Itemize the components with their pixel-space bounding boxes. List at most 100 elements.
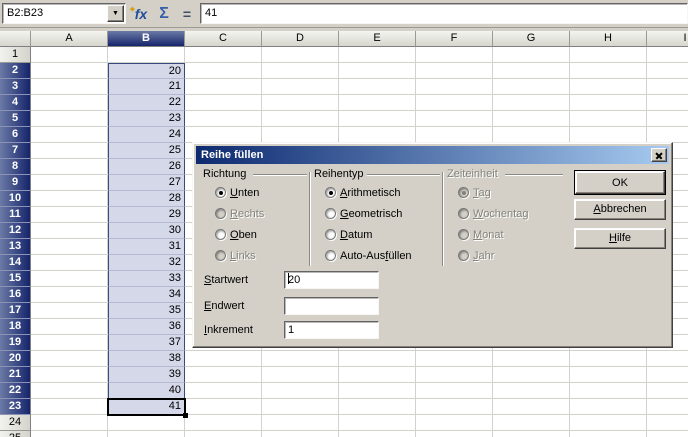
cell-B15[interactable]: 33: [108, 271, 185, 287]
cell-I24[interactable]: [647, 415, 688, 431]
cell-H23[interactable]: [570, 399, 647, 415]
cell-B21[interactable]: 39: [108, 367, 185, 383]
row-header-23[interactable]: 23: [0, 399, 31, 415]
cell-F3[interactable]: [416, 79, 493, 95]
cell-D6[interactable]: [262, 127, 339, 143]
cell-G1[interactable]: [493, 47, 570, 63]
cell-B25[interactable]: [108, 431, 185, 437]
cell-A19[interactable]: [31, 335, 108, 351]
fill-handle[interactable]: [183, 413, 188, 418]
cell-E4[interactable]: [339, 95, 416, 111]
cell-G25[interactable]: [493, 431, 570, 437]
cell-G5[interactable]: [493, 111, 570, 127]
cell-A20[interactable]: [31, 351, 108, 367]
row-header-6[interactable]: 6: [0, 127, 31, 143]
cell-B1[interactable]: [108, 47, 185, 63]
cell-F20[interactable]: [416, 351, 493, 367]
cell-A13[interactable]: [31, 239, 108, 255]
close-icon[interactable]: [651, 148, 667, 162]
cell-C21[interactable]: [185, 367, 262, 383]
cell-A18[interactable]: [31, 319, 108, 335]
cell-A24[interactable]: [31, 415, 108, 431]
column-header-D[interactable]: D: [262, 31, 339, 47]
cell-B20[interactable]: 38: [108, 351, 185, 367]
row-header-15[interactable]: 15: [0, 271, 31, 287]
column-header-H[interactable]: H: [570, 31, 647, 47]
cell-F24[interactable]: [416, 415, 493, 431]
ok-button[interactable]: OK: [575, 171, 665, 194]
cell-I25[interactable]: [647, 431, 688, 437]
cell-C24[interactable]: [185, 415, 262, 431]
cell-B10[interactable]: 28: [108, 191, 185, 207]
cell-E21[interactable]: [339, 367, 416, 383]
formula-input[interactable]: 41: [200, 3, 688, 24]
cell-E1[interactable]: [339, 47, 416, 63]
cell-B4[interactable]: 22: [108, 95, 185, 111]
row-header-19[interactable]: 19: [0, 335, 31, 351]
cell-D22[interactable]: [262, 383, 339, 399]
cell-D24[interactable]: [262, 415, 339, 431]
row-header-18[interactable]: 18: [0, 319, 31, 335]
cell-F21[interactable]: [416, 367, 493, 383]
cell-C23[interactable]: [185, 399, 262, 415]
cell-G24[interactable]: [493, 415, 570, 431]
cell-D25[interactable]: [262, 431, 339, 437]
cell-D20[interactable]: [262, 351, 339, 367]
cell-E25[interactable]: [339, 431, 416, 437]
cell-B7[interactable]: 25: [108, 143, 185, 159]
cell-E3[interactable]: [339, 79, 416, 95]
cell-A9[interactable]: [31, 175, 108, 191]
column-header-F[interactable]: F: [416, 31, 493, 47]
cell-A6[interactable]: [31, 127, 108, 143]
cell-B2[interactable]: 20: [108, 63, 185, 79]
cell-H25[interactable]: [570, 431, 647, 437]
cell-B14[interactable]: 32: [108, 255, 185, 271]
row-header-17[interactable]: 17: [0, 303, 31, 319]
dialog-titlebar[interactable]: Reihe füllen: [196, 146, 669, 164]
row-header-8[interactable]: 8: [0, 159, 31, 175]
row-header-22[interactable]: 22: [0, 383, 31, 399]
cell-B17[interactable]: 35: [108, 303, 185, 319]
column-header-B[interactable]: B: [108, 31, 185, 47]
cell-E22[interactable]: [339, 383, 416, 399]
cell-H21[interactable]: [570, 367, 647, 383]
cell-B18[interactable]: 36: [108, 319, 185, 335]
row-header-14[interactable]: 14: [0, 255, 31, 271]
cell-G2[interactable]: [493, 63, 570, 79]
cell-B6[interactable]: 24: [108, 127, 185, 143]
cell-F4[interactable]: [416, 95, 493, 111]
row-header-7[interactable]: 7: [0, 143, 31, 159]
cell-D2[interactable]: [262, 63, 339, 79]
cell-G21[interactable]: [493, 367, 570, 383]
cell-H1[interactable]: [570, 47, 647, 63]
cell-B24[interactable]: [108, 415, 185, 431]
cell-B9[interactable]: 27: [108, 175, 185, 191]
cell-D3[interactable]: [262, 79, 339, 95]
cell-F1[interactable]: [416, 47, 493, 63]
cell-C22[interactable]: [185, 383, 262, 399]
column-header-I[interactable]: I: [647, 31, 688, 47]
cell-C6[interactable]: [185, 127, 262, 143]
cell-H24[interactable]: [570, 415, 647, 431]
cell-B5[interactable]: 23: [108, 111, 185, 127]
cell-D5[interactable]: [262, 111, 339, 127]
cell-C2[interactable]: [185, 63, 262, 79]
row-header-10[interactable]: 10: [0, 191, 31, 207]
cell-I23[interactable]: [647, 399, 688, 415]
cell-E23[interactable]: [339, 399, 416, 415]
cell-B11[interactable]: 29: [108, 207, 185, 223]
cell-D21[interactable]: [262, 367, 339, 383]
cell-E20[interactable]: [339, 351, 416, 367]
cell-B16[interactable]: 34: [108, 287, 185, 303]
cell-I2[interactable]: [647, 63, 688, 79]
cell-I4[interactable]: [647, 95, 688, 111]
cell-A22[interactable]: [31, 383, 108, 399]
cell-I22[interactable]: [647, 383, 688, 399]
row-header-25[interactable]: 25: [0, 431, 31, 437]
cell-F6[interactable]: [416, 127, 493, 143]
cell-G4[interactable]: [493, 95, 570, 111]
column-header-A[interactable]: A: [31, 31, 108, 47]
cell-H20[interactable]: [570, 351, 647, 367]
cell-A25[interactable]: [31, 431, 108, 437]
sum-icon[interactable]: Σ: [154, 4, 174, 24]
